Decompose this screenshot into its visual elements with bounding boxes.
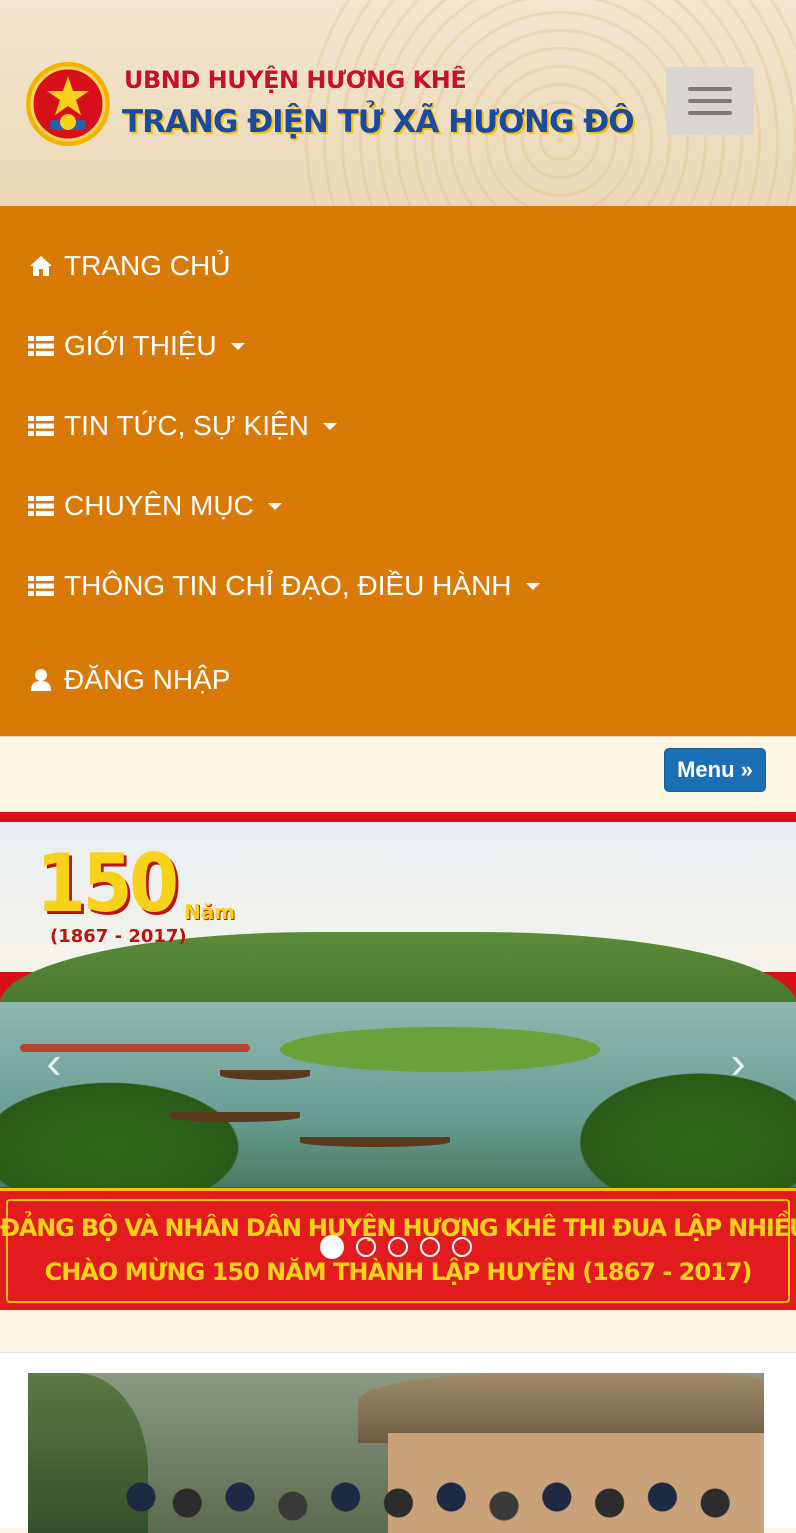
carousel-dot[interactable] [388, 1237, 408, 1257]
nav-item-login[interactable]: ĐĂNG NHẬP [28, 660, 230, 700]
hamburger-bar [688, 111, 732, 115]
site-title: TRANG ĐIỆN TỬ XÃ HƯƠNG ĐÔ [122, 104, 635, 140]
chevron-left-icon[interactable]: ‹ [34, 1037, 74, 1087]
nav-item-label: TRANG CHỦ [64, 250, 231, 281]
user-icon [28, 667, 54, 693]
site-header: UBND HUYỆN HƯƠNG KHÊ TRANG ĐIỆN TỬ XÃ HƯ… [0, 0, 796, 208]
menu-button[interactable]: Menu » [664, 748, 766, 792]
caret-down-icon [525, 582, 540, 590]
boat [300, 1137, 450, 1147]
banner-island [280, 1027, 600, 1072]
hamburger-icon[interactable] [666, 67, 754, 135]
nav-item-label: GIỚI THIỆU [64, 330, 217, 361]
nav-item-categories[interactable]: CHUYÊN MỤC [28, 486, 282, 526]
nav-item-label: TIN TỨC, SỰ KIỆN [64, 410, 309, 441]
nav-item-home[interactable]: TRANG CHỦ [28, 246, 230, 286]
nav-item-label: ĐĂNG NHẬP [64, 664, 231, 695]
chevron-right-icon[interactable]: › [718, 1037, 758, 1087]
hamburger-bar [688, 99, 732, 103]
list-icon [28, 413, 54, 439]
banner-anniversary-number: 150 [36, 837, 179, 930]
list-icon [28, 333, 54, 359]
list-icon [28, 573, 54, 599]
nav-item-label: CHUYÊN MỤC [64, 490, 254, 521]
header-subtitle: UBND HUYỆN HƯƠNG KHÊ [124, 66, 467, 94]
banner-anniversary-unit: Năm [184, 900, 236, 924]
menu-bar: Menu » [0, 736, 796, 812]
caret-down-icon [267, 502, 282, 510]
photo-crowd [108, 1473, 764, 1533]
nav-item-directives[interactable]: THÔNG TIN CHỈ ĐẠO, ĐIỀU HÀNH [28, 566, 540, 606]
banner-slogan-line2: CHÀO MỪNG 150 NĂM THÀNH LẬP HUYỆN (1867 … [44, 1258, 753, 1286]
hamburger-bar [688, 87, 732, 91]
boat [220, 1070, 310, 1080]
nav-item-label: THÔNG TIN CHỈ ĐẠO, ĐIỀU HÀNH [64, 570, 512, 601]
nav-item-introduction[interactable]: GIỚI THIỆU [28, 326, 245, 366]
carousel-dot[interactable] [452, 1237, 472, 1257]
section-spacer [0, 1310, 796, 1352]
carousel-dot[interactable] [420, 1237, 440, 1257]
carousel-dot[interactable] [356, 1237, 376, 1257]
carousel-dot[interactable] [320, 1235, 344, 1259]
boat [170, 1112, 300, 1122]
caret-down-icon [322, 422, 337, 430]
caret-down-icon [230, 342, 245, 350]
featured-news-image[interactable] [28, 1373, 764, 1533]
home-icon [28, 253, 54, 279]
list-icon [28, 493, 54, 519]
featured-news [0, 1352, 796, 1533]
banner-carousel: 150 Năm (1867 - 2017) ĐẢNG BỘ VÀ NHÂN DÂ… [0, 812, 796, 1310]
main-nav: TRANG CHỦ GIỚI THIỆU TIN TỨC, SỰ KIỆN CH… [0, 208, 796, 736]
banner-anniversary-years: (1867 - 2017) [50, 926, 187, 947]
national-emblem-icon [26, 62, 110, 146]
nav-item-news-events[interactable]: TIN TỨC, SỰ KIỆN [28, 406, 337, 446]
carousel-indicators [320, 1235, 472, 1259]
